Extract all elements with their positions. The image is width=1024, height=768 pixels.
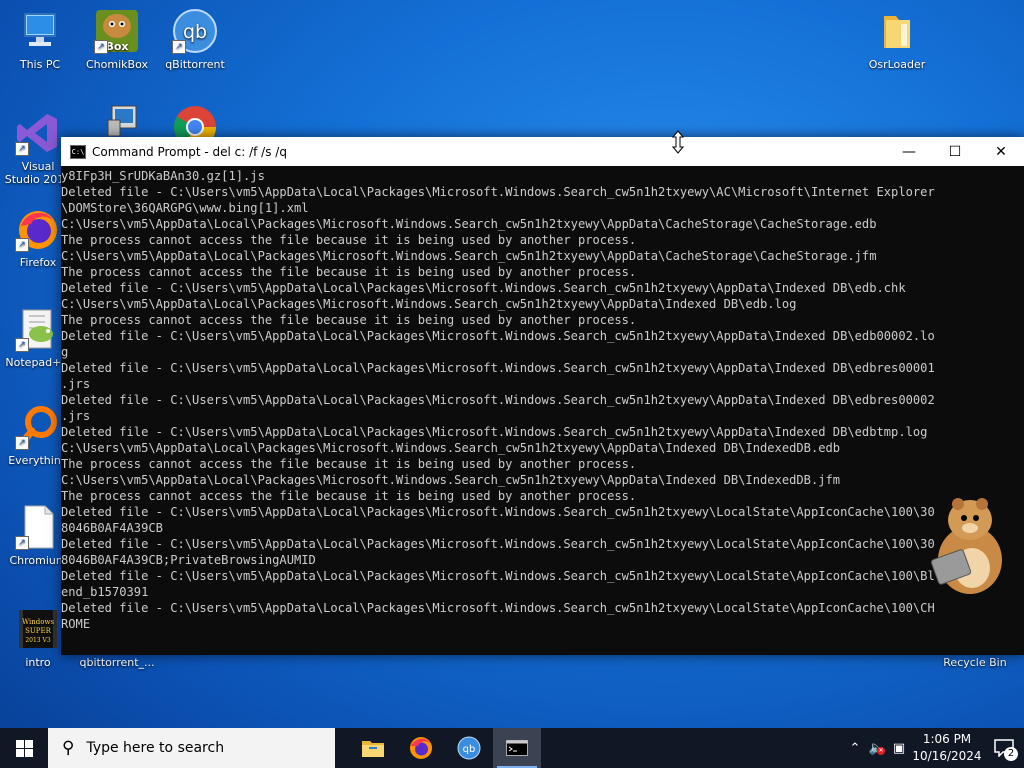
desktop-icon-this-pc[interactable]: This PC bbox=[0, 8, 80, 71]
shortcut-arrow-icon: ↗ bbox=[15, 142, 29, 156]
taskbar-firefox[interactable] bbox=[397, 728, 445, 768]
console-text: y8IFp3H_SrUDKaBAn30.gz[1].js Deleted file… bbox=[61, 168, 1024, 632]
taskbar-qbittorrent[interactable]: qb bbox=[445, 728, 493, 768]
taskbar-file-explorer[interactable] bbox=[349, 728, 397, 768]
svg-text:qb: qb bbox=[463, 744, 476, 755]
console-line: .jrs bbox=[61, 377, 91, 391]
desktop-icon-osrloader[interactable]: OsrLoader bbox=[857, 8, 937, 71]
network-icon[interactable]: ▣ bbox=[888, 741, 910, 756]
console-line: Deleted file - C:\Users\vm5\AppData\Loca… bbox=[61, 185, 935, 199]
shortcut-arrow-icon: ↗ bbox=[15, 338, 29, 352]
svg-text:Box: Box bbox=[105, 40, 128, 53]
notification-count-badge: 2 bbox=[1004, 747, 1018, 761]
console-line: \DOMStore\36QARGPG\www.bing[1].xml bbox=[61, 201, 309, 215]
shortcut-arrow-icon: ↗ bbox=[15, 536, 29, 550]
svg-text:Windows: Windows bbox=[22, 618, 55, 626]
firefox-icon bbox=[410, 737, 432, 759]
console-line: Deleted file - C:\Users\vm5\AppData\Loca… bbox=[61, 601, 935, 615]
volume-muted-icon[interactable]: 🔈✕ bbox=[866, 741, 888, 756]
console-line: end_b1570391 bbox=[61, 585, 149, 599]
action-center-button[interactable]: 2 bbox=[984, 728, 1024, 768]
command-prompt-window[interactable]: C:\ Command Prompt - del c: /f /s /q — ☐… bbox=[61, 137, 1024, 655]
minimize-button[interactable]: — bbox=[886, 137, 932, 166]
file-icon: ↗ bbox=[15, 504, 61, 550]
windows-logo-icon bbox=[15, 739, 33, 757]
console-line: g bbox=[61, 345, 69, 359]
svg-text:2013 V3: 2013 V3 bbox=[25, 637, 51, 644]
console-line: The process cannot access the file becau… bbox=[61, 489, 637, 503]
shortcut-arrow-icon: ↗ bbox=[172, 40, 186, 54]
shortcut-arrow-icon: ↗ bbox=[15, 238, 29, 252]
desktop-icon-label: qBittorrent bbox=[165, 58, 225, 71]
video-icon: Windows SUPER 2013 V3 bbox=[15, 606, 61, 652]
console-line: Deleted file - C:\Users\vm5\AppData\Loca… bbox=[61, 281, 906, 295]
desktop-icon-label: ChomikBox bbox=[86, 58, 148, 71]
console-line: Deleted file - C:\Users\vm5\AppData\Loca… bbox=[61, 393, 935, 407]
visual-studio-icon: ↗ bbox=[15, 110, 61, 156]
desktop-icon-label: qbittorrent_... bbox=[79, 656, 155, 669]
console-line: 8046B0AF4A39CB;PrivateBrowsingAUMID bbox=[61, 553, 316, 567]
console-line: C:\Users\vm5\AppData\Local\Packages\Micr… bbox=[61, 473, 841, 487]
shortcut-arrow-icon: ↗ bbox=[15, 436, 29, 450]
notepadpp-icon: ↗ bbox=[15, 306, 61, 352]
qbittorrent-icon: qb bbox=[457, 736, 481, 760]
desktop-icon-qbittorrent[interactable]: qb ↗ qBittorrent bbox=[155, 8, 235, 71]
console-line: Deleted file - C:\Users\vm5\AppData\Loca… bbox=[61, 361, 935, 375]
qbittorrent-icon: qb ↗ bbox=[172, 8, 218, 54]
svg-text:SUPER: SUPER bbox=[25, 627, 52, 635]
console-output[interactable]: y8IFp3H_SrUDKaBAn30.gz[1].js Deleted file… bbox=[61, 166, 1024, 655]
show-hidden-icons-chevron-icon[interactable]: ⌃ bbox=[844, 741, 866, 756]
window-titlebar[interactable]: C:\ Command Prompt - del c: /f /s /q — ☐… bbox=[61, 137, 1024, 166]
taskbar: ⚲ Type here to search qb ⌃ 🔈✕ ▣ 1:06 PM … bbox=[0, 728, 1024, 768]
console-line: y8IFp3H_SrUDKaBAn30.gz[1].js bbox=[61, 169, 265, 183]
command-prompt-icon: C:\ bbox=[70, 144, 86, 159]
maximize-button[interactable]: ☐ bbox=[932, 137, 978, 166]
console-line: C:\Users\vm5\AppData\Local\Packages\Micr… bbox=[61, 441, 841, 455]
file-explorer-icon bbox=[362, 741, 384, 757]
console-line: The process cannot access the file becau… bbox=[61, 265, 637, 279]
taskbar-search-box[interactable]: ⚲ Type here to search bbox=[48, 728, 335, 768]
taskbar-command-prompt[interactable] bbox=[493, 728, 541, 768]
console-line: Deleted file - C:\Users\vm5\AppData\Loca… bbox=[61, 569, 935, 583]
svg-text:qb: qb bbox=[183, 21, 207, 43]
desktop-icon-chomikbox[interactable]: Box ↗ ChomikBox bbox=[77, 8, 157, 71]
command-prompt-icon bbox=[506, 740, 528, 756]
console-line: C:\Users\vm5\AppData\Local\Packages\Micr… bbox=[61, 297, 797, 311]
search-placeholder: Type here to search bbox=[86, 740, 225, 756]
search-icon: ⚲ bbox=[62, 738, 75, 758]
console-line: Deleted file - C:\Users\vm5\AppData\Loca… bbox=[61, 425, 928, 439]
console-line: ROME bbox=[61, 617, 91, 631]
console-line: The process cannot access the file becau… bbox=[61, 233, 637, 247]
console-line: Deleted file - C:\Users\vm5\AppData\Loca… bbox=[61, 505, 935, 519]
chomikbox-icon: Box ↗ bbox=[94, 8, 140, 54]
console-line: 8046B0AF4A39CB bbox=[61, 521, 163, 535]
console-line: The process cannot access the file becau… bbox=[61, 313, 637, 327]
chomikbox-mascot-icon bbox=[930, 498, 1002, 594]
desktop: This PC Box ↗ ChomikBox qb ↗ qBittorrent… bbox=[0, 0, 1024, 728]
window-title: Command Prompt - del c: /f /s /q bbox=[92, 144, 287, 159]
desktop-icon-label: OsrLoader bbox=[868, 58, 926, 71]
folder-icon bbox=[874, 8, 920, 54]
desktop-icon-label: intro bbox=[25, 656, 51, 669]
start-button[interactable] bbox=[0, 728, 48, 768]
desktop-icon-label: This PC bbox=[19, 58, 61, 71]
console-line: Deleted file - C:\Users\vm5\AppData\Loca… bbox=[61, 329, 935, 343]
resize-cursor-icon bbox=[672, 130, 684, 154]
shortcut-arrow-icon: ↗ bbox=[94, 40, 108, 54]
close-button[interactable]: ✕ bbox=[978, 137, 1024, 166]
console-line: C:\Users\vm5\AppData\Local\Packages\Micr… bbox=[61, 249, 877, 263]
console-line: Deleted file - C:\Users\vm5\AppData\Loca… bbox=[61, 537, 935, 551]
computer-icon bbox=[17, 8, 63, 54]
console-line: The process cannot access the file becau… bbox=[61, 457, 637, 471]
everything-icon: ↗ bbox=[15, 404, 61, 450]
console-line: C:\Users\vm5\AppData\Local\Packages\Micr… bbox=[61, 217, 877, 231]
clock-date: 10/16/2024 bbox=[912, 749, 982, 763]
console-line: .jrs bbox=[61, 409, 91, 423]
desktop-icon-label: Recycle Bin bbox=[943, 656, 1007, 669]
firefox-icon: ↗ bbox=[15, 206, 61, 252]
clock-time: 1:06 PM bbox=[922, 732, 972, 746]
clock[interactable]: 1:06 PM 10/16/2024 bbox=[910, 731, 984, 765]
system-tray: ⌃ 🔈✕ ▣ 1:06 PM 10/16/2024 2 bbox=[844, 728, 1024, 768]
